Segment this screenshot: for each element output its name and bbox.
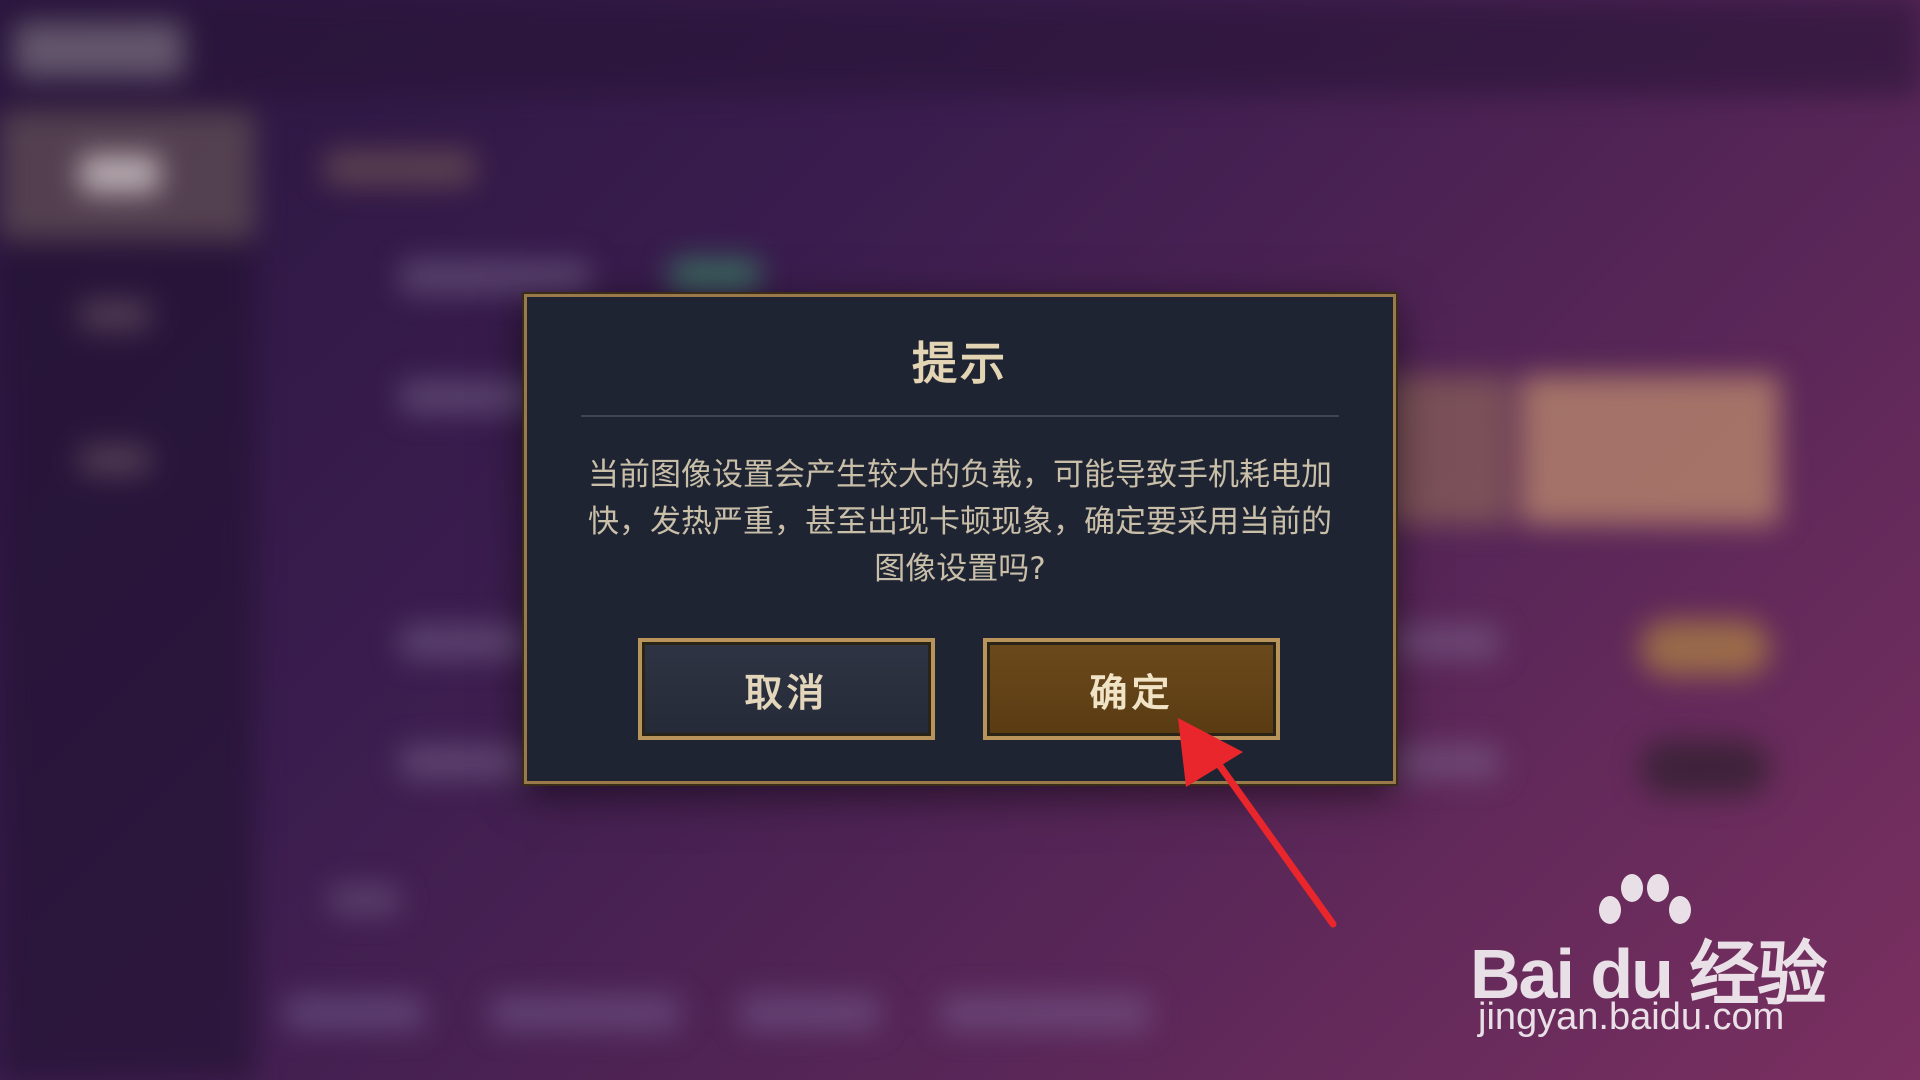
back-button: [14, 22, 184, 78]
section-heading: [325, 150, 475, 186]
bottom-tab: [740, 995, 880, 1031]
cancel-button[interactable]: 取消: [638, 638, 935, 740]
setting-row-label: [400, 260, 590, 294]
dialog-message: 当前图像设置会产生较大的负载，可能导致手机耗电加快，发热严重，甚至出现卡顿现象，…: [588, 457, 1332, 587]
setting-row-label: [400, 380, 540, 414]
baidu-jingyan-watermark: Bai du 经验 jingyan.baidu.com: [1470, 870, 1840, 1050]
confirm-button[interactable]: 确定: [983, 638, 1280, 740]
toggle-switch-on: [1640, 620, 1770, 676]
settings-sidebar: [0, 100, 255, 1080]
preview-thumbnail: [1520, 375, 1780, 525]
bottom-tab: [490, 995, 680, 1031]
dialog-title: 提示: [911, 337, 1008, 390]
sidebar-item-label: [80, 445, 150, 475]
setting-row-label: [1390, 625, 1500, 659]
sidebar-item-label: [80, 300, 150, 330]
preview-thumbnail: [1380, 375, 1510, 525]
setting-row-label: [330, 885, 400, 915]
sidebar-item-label: [80, 155, 160, 193]
setting-row-label: [1390, 745, 1500, 779]
toggle-switch-off: [1640, 740, 1770, 796]
confirm-dialog: 提示 当前图像设置会产生较大的负载，可能导致手机耗电加快，发热严重，甚至出现卡顿…: [524, 294, 1396, 784]
divider: [581, 415, 1339, 417]
bottom-tab: [940, 995, 1150, 1031]
top-bar: [0, 0, 1920, 95]
bottom-tab: [285, 995, 425, 1031]
setting-badge: [670, 258, 760, 292]
watermark-url: jingyan.baidu.com: [1478, 996, 1785, 1038]
setting-row-label: [400, 625, 530, 659]
setting-row-label: [400, 745, 530, 779]
